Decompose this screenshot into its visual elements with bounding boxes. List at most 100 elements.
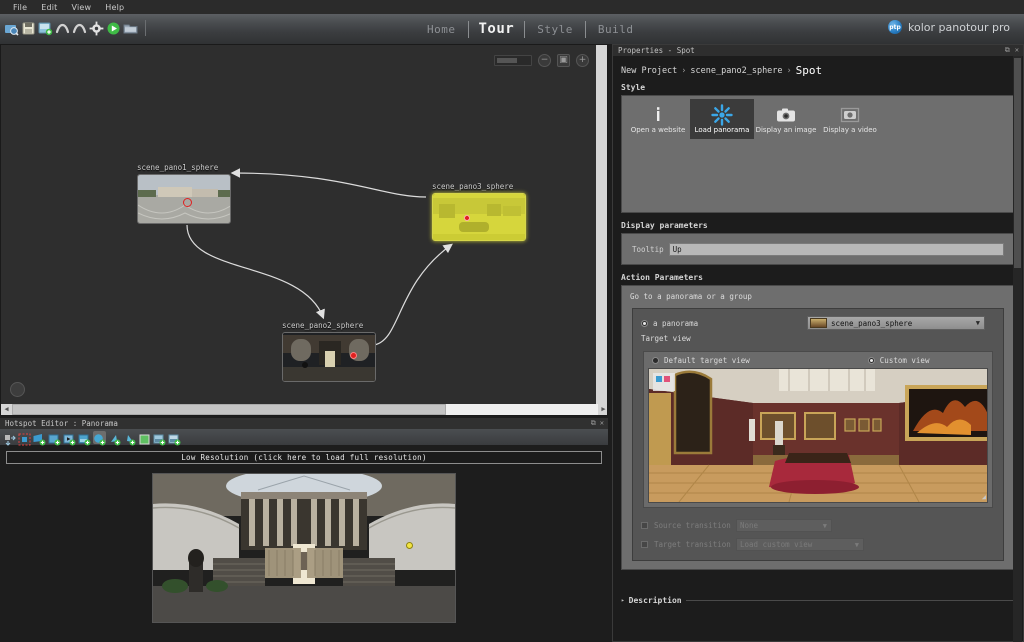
play-build-icon[interactable] [106, 21, 121, 36]
menu-item-view[interactable]: View [64, 3, 98, 12]
default-target-view-radio[interactable] [652, 357, 659, 364]
breadcrumb-separator: › [786, 65, 792, 76]
action-group-label: Go to a panorama or a group [630, 292, 752, 301]
new-project-icon[interactable] [4, 21, 19, 36]
breadcrumb-separator: › [681, 65, 687, 76]
add-image-alt-icon[interactable] [168, 431, 181, 445]
tooltip-input[interactable]: Up [668, 242, 1004, 256]
scroll-right-arrow[interactable]: ▶ [598, 404, 607, 415]
hotspot-marker-yellow[interactable] [406, 542, 413, 549]
target-transition-row: Target transition Load custom view ▼ [633, 535, 1003, 554]
brand-name: kolor panotour pro [908, 20, 1010, 34]
resize-grip-icon[interactable]: ◢ [982, 493, 986, 501]
node-thumbnail[interactable] [432, 193, 526, 241]
tab-home[interactable]: Home [415, 23, 468, 36]
default-target-view-label: Default target view [664, 356, 750, 365]
add-image-hotspot-icon[interactable] [78, 431, 91, 445]
add-polygon-hotspot-icon[interactable] [33, 431, 46, 445]
description-label: Description [628, 596, 682, 605]
target-transition-checkbox[interactable] [641, 541, 648, 548]
add-spot-hotspot-icon[interactable] [93, 430, 106, 445]
add-video-hotspot-icon[interactable] [63, 431, 76, 445]
style-option-open-a-website[interactable]: Open a website [626, 99, 690, 139]
style-option-display-a-video[interactable]: Display a video [818, 99, 882, 139]
close-icon[interactable]: ✕ [1015, 46, 1019, 55]
style-option-label: Display an image [755, 126, 817, 134]
add-panorama-hotspot-icon[interactable] [48, 431, 61, 445]
graph-node-pano1[interactable]: scene_pano1_sphere [137, 163, 231, 224]
tab-tour[interactable]: Tour [469, 21, 525, 37]
menu-item-help[interactable]: Help [98, 3, 131, 12]
description-section[interactable]: ▸ Description [621, 596, 1017, 605]
style-option-load-panorama[interactable]: Load panorama [690, 99, 754, 139]
node-label: scene_pano3_sphere [432, 182, 514, 191]
custom-view-radio[interactable] [867, 357, 875, 364]
source-transition-checkbox[interactable] [641, 522, 648, 529]
canvas-vertical-scrollbar[interactable] [596, 45, 607, 406]
scroll-thumb[interactable] [12, 404, 446, 415]
hotspot-marker-ring[interactable] [183, 198, 192, 207]
toolbar-separator [145, 20, 146, 36]
scroll-thumb[interactable] [1014, 58, 1021, 268]
source-transition-label: Source transition [654, 521, 731, 530]
zoom-in-button[interactable]: + [576, 54, 589, 67]
float-icon[interactable]: ⧉ [591, 419, 596, 428]
tour-graph-canvas[interactable]: scene_pano1_sphere scene_pano3_sphere sc… [0, 44, 608, 416]
node-thumbnail[interactable] [282, 332, 376, 382]
hotspot-editor-title-bar: Hotspot Editor : Panorama ⧉ ✕ [0, 418, 608, 429]
node-label: scene_pano1_sphere [137, 163, 219, 172]
breadcrumb-root[interactable]: New Project [621, 66, 677, 76]
zoom-fit-button[interactable]: ▣ [557, 54, 570, 67]
properties-title: Properties - Spot [618, 46, 695, 55]
node-label: scene_pano2_sphere [282, 321, 364, 330]
settings-gear-icon[interactable] [89, 21, 104, 36]
properties-vertical-scrollbar[interactable] [1013, 56, 1022, 642]
panorama-radio[interactable] [641, 319, 648, 327]
add-point-alt-icon[interactable] [123, 431, 136, 445]
source-transition-select[interactable]: None ▼ [736, 519, 832, 532]
tab-build[interactable]: Build [586, 23, 646, 36]
zoom-out-button[interactable]: − [538, 54, 551, 67]
undo-icon[interactable] [55, 21, 70, 36]
menu-item-edit[interactable]: Edit [34, 3, 64, 12]
panorama-thumbnail [810, 318, 827, 328]
node-thumbnail[interactable] [137, 174, 231, 224]
save-as-icon[interactable] [38, 21, 53, 36]
display-parameters-label: Display parameters [621, 221, 708, 230]
open-folder-icon[interactable] [123, 21, 138, 36]
home-icon[interactable] [10, 382, 25, 397]
style-option-label: Display a video [823, 126, 877, 134]
redo-icon[interactable] [72, 21, 87, 36]
source-transition-value: None [740, 521, 759, 530]
graph-node-pano2[interactable]: scene_pano2_sphere [282, 321, 376, 382]
target-view-box: Default target view Custom view ◢ [643, 351, 993, 508]
breadcrumb-parent[interactable]: scene_pano2_sphere [690, 66, 782, 76]
scroll-track[interactable] [12, 404, 598, 415]
zoom-slider[interactable] [494, 55, 532, 66]
breadcrumb-current: Spot [795, 64, 823, 77]
close-icon[interactable]: ✕ [600, 419, 604, 428]
menu-item-file[interactable]: File [6, 3, 34, 12]
breadcrumb: New Project › scene_pano2_sphere › Spot [613, 56, 1023, 81]
add-image-icon[interactable] [153, 431, 166, 445]
rectangle-tool-icon[interactable] [138, 431, 151, 444]
target-transition-select[interactable]: Load custom view ▼ [736, 538, 864, 551]
style-options-row: Open a website Load panorama Display an … [622, 96, 1014, 139]
save-icon[interactable] [21, 21, 36, 36]
style-option-display-an-image[interactable]: Display an image [754, 99, 818, 139]
canvas-horizontal-scrollbar[interactable]: ◀ ▶ [1, 404, 607, 415]
tab-style[interactable]: Style [525, 23, 585, 36]
custom-view-preview[interactable]: ◢ [648, 368, 988, 503]
move-tool-icon[interactable] [3, 431, 16, 446]
properties-title-bar: Properties - Spot ⧉ ✕ [613, 45, 1023, 56]
panorama-preview-large[interactable] [152, 473, 456, 623]
resolution-banner[interactable]: Low Resolution (click here to load full … [6, 451, 602, 464]
hotspot-marker-selected[interactable] [350, 352, 357, 359]
add-point-icon[interactable] [108, 431, 121, 445]
expander-triangle-icon[interactable]: ▸ [621, 597, 625, 604]
graph-node-pano3[interactable]: scene_pano3_sphere [432, 182, 526, 241]
panorama-select[interactable]: scene_pano3_sphere ▼ [807, 316, 985, 330]
select-region-icon[interactable] [18, 431, 31, 445]
scroll-left-arrow[interactable]: ◀ [1, 404, 12, 415]
float-icon[interactable]: ⧉ [1005, 46, 1010, 55]
